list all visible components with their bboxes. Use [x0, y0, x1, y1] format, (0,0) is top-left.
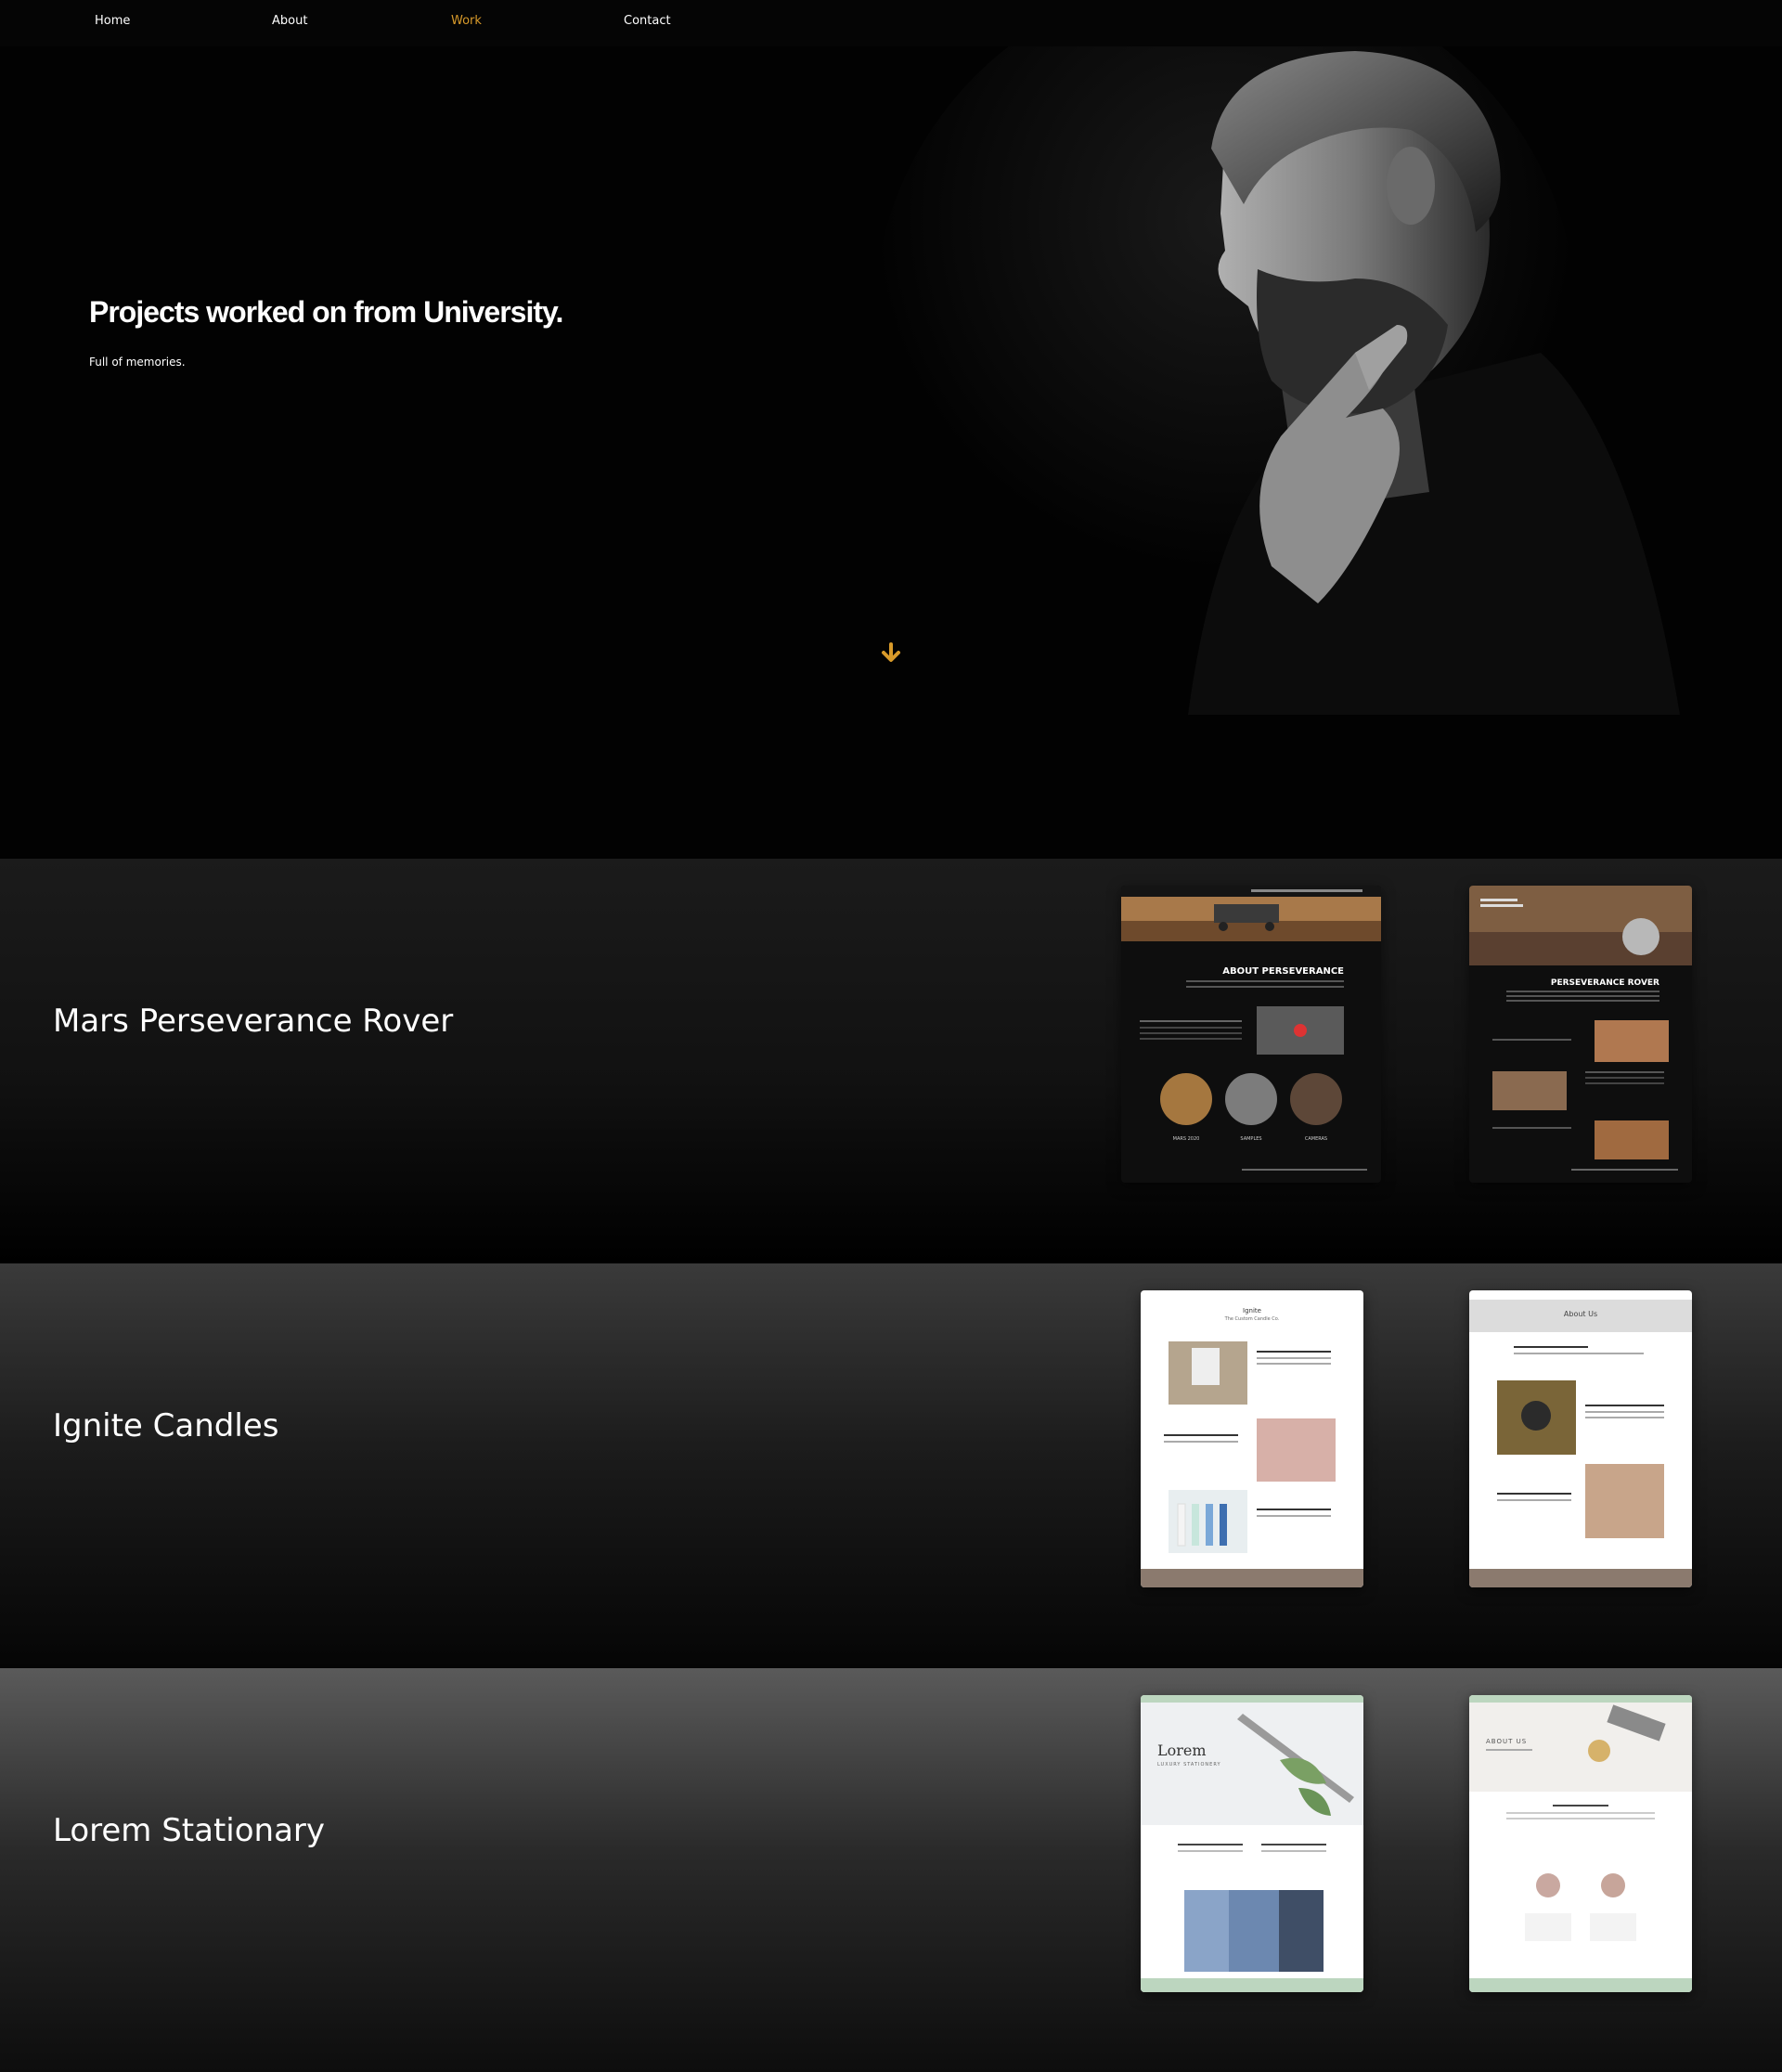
ignite-thumbnail-about[interactable]: About Us [1469, 1290, 1692, 1587]
mars-thumbnail-home[interactable]: ABOUT PERSEVERANCE MARS 2020 SAMPLES CAM… [1121, 886, 1381, 1183]
mars-thumb-caption-1: MARS 2020 [1173, 1136, 1200, 1142]
nav-about-link[interactable]: About [272, 14, 307, 28]
mars-thumbnail-rover[interactable]: PERSEVERANCE ROVER [1469, 886, 1692, 1183]
top-nav: Home About Work Contact [0, 0, 1782, 46]
project-title[interactable]: Lorem Stationary [53, 1812, 325, 1849]
nav-work-link[interactable]: Work [451, 14, 482, 28]
lorem-about-heading: ABOUT US [1486, 1738, 1527, 1745]
project-title[interactable]: Ignite Candles [53, 1407, 278, 1444]
project-ignite: Ignite Candles Ignite The Custom Candle … [0, 1263, 1782, 1668]
lorem-thumb-tagline: LUXURY STATIONERY [1157, 1762, 1221, 1768]
hero-subtitle: Full of memories. [89, 356, 186, 369]
lorem-thumb-brand: Lorem [1157, 1742, 1207, 1759]
project-title[interactable]: Mars Perseverance Rover [53, 1003, 453, 1040]
mars-thumb-heading: ABOUT PERSEVERANCE [1222, 966, 1344, 977]
project-lorem: Lorem Stationary Lorem LUXURY STATIONERY [0, 1668, 1782, 2072]
project-mars: Mars Perseverance Rover ABOUT PERSEVERAN… [0, 859, 1782, 1263]
hero-section: Projects worked on from University. Full… [0, 46, 1782, 859]
ignite-thumb-brand: Ignite [1243, 1307, 1261, 1314]
lorem-thumbnail-home[interactable]: Lorem LUXURY STATIONERY [1141, 1695, 1363, 1992]
ignite-thumb-tagline: The Custom Candle Co. [1224, 1316, 1280, 1322]
lorem-thumbnail-about[interactable]: ABOUT US [1469, 1695, 1692, 1992]
mars-thumb-caption-3: CAMERAS [1305, 1136, 1327, 1142]
hero-portrait-image [705, 46, 1726, 715]
nav-home-link[interactable]: Home [95, 14, 130, 28]
nav-contact-link[interactable]: Contact [624, 14, 671, 28]
ignite-about-heading: About Us [1564, 1310, 1597, 1318]
arrow-down-icon[interactable] [878, 641, 904, 667]
hero-title: Projects worked on from University. [89, 295, 563, 329]
rover-thumb-heading: PERSEVERANCE ROVER [1551, 978, 1659, 988]
ignite-thumbnail-home[interactable]: Ignite The Custom Candle Co. [1141, 1290, 1363, 1587]
mars-thumb-caption-2: SAMPLES [1240, 1136, 1261, 1142]
